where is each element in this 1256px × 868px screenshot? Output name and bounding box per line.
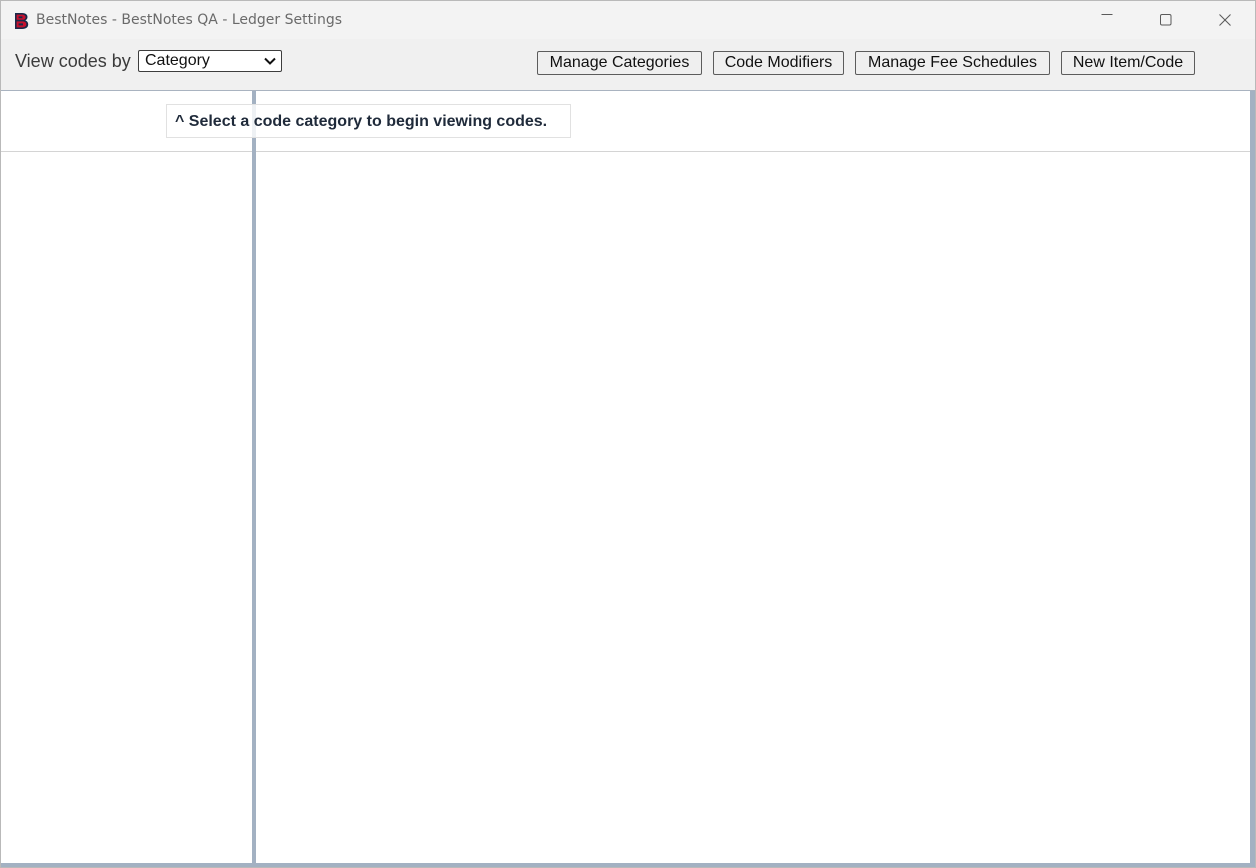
window-title: BestNotes - BestNotes QA - Ledger Settin… (36, 12, 343, 28)
view-codes-by-selected-value: Category (145, 52, 210, 69)
code-modifiers-button[interactable]: Code Modifiers (713, 51, 844, 75)
ledger-settings-window: BestNotes - BestNotes QA - Ledger Settin… (0, 0, 1256, 868)
select-category-hint: ^ Select a code category to begin viewin… (166, 104, 571, 138)
bestnotes-logo-icon (15, 13, 29, 29)
hint-text: ^ Select a code category to begin viewin… (175, 113, 548, 130)
codes-pane (256, 152, 1250, 863)
minimize-icon (1101, 14, 1113, 15)
view-codes-by-label: View codes by (15, 51, 131, 71)
right-border (1250, 91, 1255, 867)
bottom-border (1, 863, 1255, 867)
view-codes-by-select[interactable]: Category (138, 50, 282, 72)
main-content: ^ Select a code category to begin viewin… (1, 91, 1255, 867)
category-list-pane[interactable] (1, 152, 252, 863)
manage-categories-button[interactable]: Manage Categories (537, 51, 702, 75)
close-button[interactable] (1196, 1, 1254, 39)
title-bar[interactable]: BestNotes - BestNotes QA - Ledger Settin… (1, 1, 1255, 39)
toolbar: View codes by Category Manage Categories… (1, 39, 1255, 91)
close-icon (1219, 14, 1231, 26)
maximize-icon (1160, 14, 1172, 26)
manage-fee-schedules-button[interactable]: Manage Fee Schedules (855, 51, 1050, 75)
new-item-code-button[interactable]: New Item/Code (1061, 51, 1195, 75)
minimize-button[interactable] (1078, 1, 1136, 39)
maximize-button[interactable] (1137, 1, 1195, 39)
chevron-down-icon (264, 57, 276, 65)
